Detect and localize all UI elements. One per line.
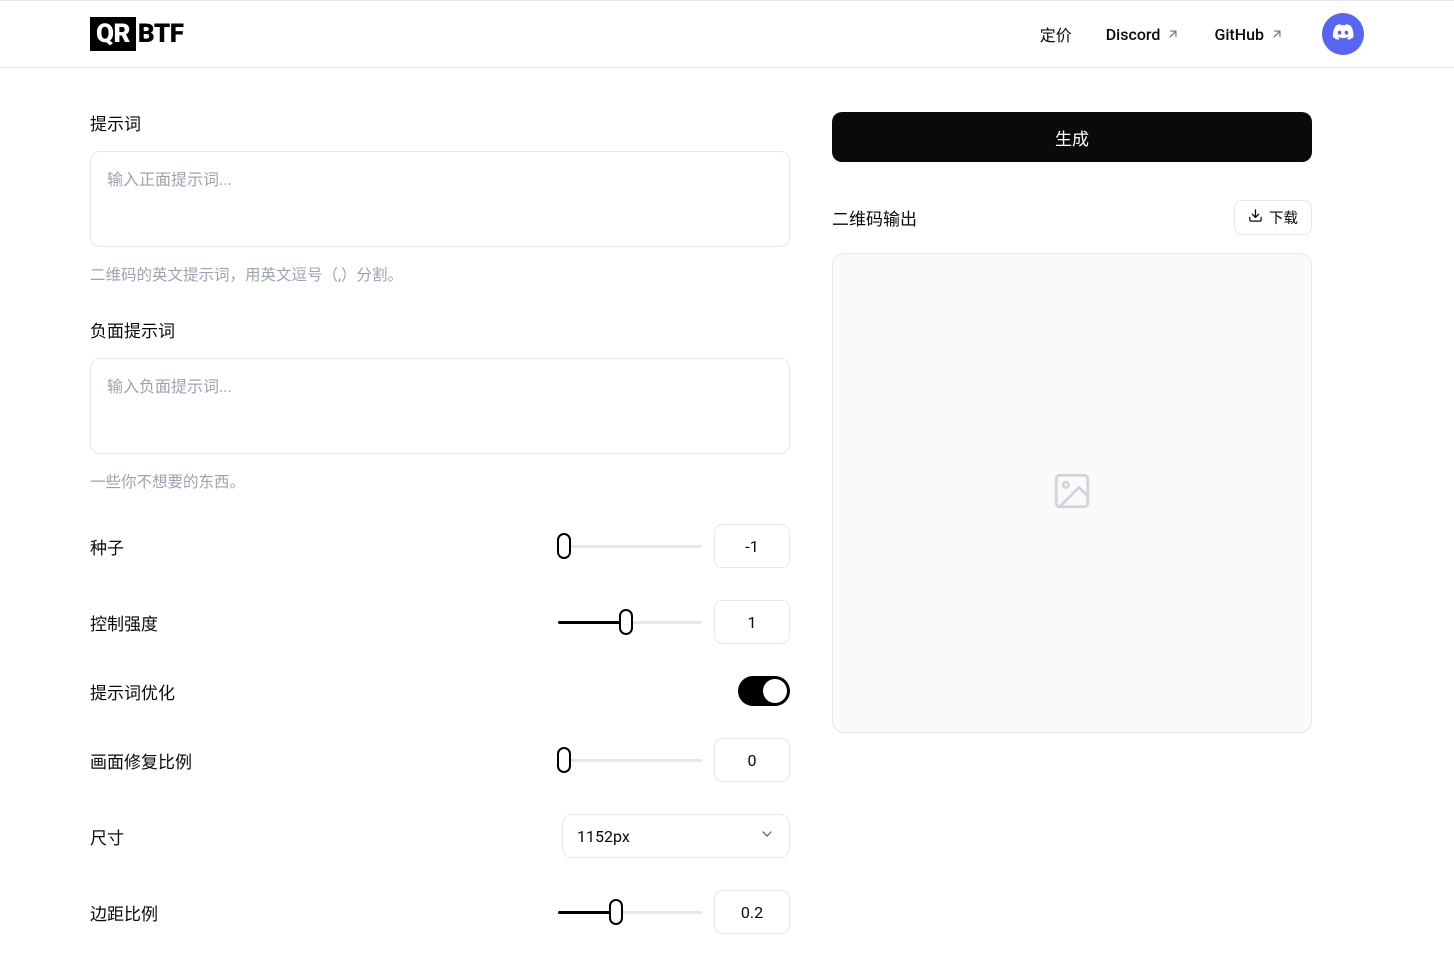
logo-qr: QR [90, 17, 136, 51]
chevron-down-icon [759, 826, 775, 846]
field-negative-prompt: 负面提示词 一些你不想要的东西。 [90, 317, 790, 492]
download-icon [1248, 208, 1263, 227]
seed-label: 种子 [90, 534, 124, 559]
parameters-panel: 提示词 二维码的英文提示词，用英文逗号（,）分割。 负面提示词 一些你不想要的东… [90, 68, 790, 966]
size-value: 1152px [577, 827, 630, 846]
discord-button[interactable] [1322, 13, 1364, 55]
seed-value[interactable]: -1 [714, 524, 790, 568]
restoration-rate-slider[interactable] [558, 748, 702, 772]
control-strength-label: 控制强度 [90, 610, 158, 635]
negative-prompt-label: 负面提示词 [90, 317, 790, 342]
prompt-helper: 二维码的英文提示词，用英文逗号（,）分割。 [90, 263, 790, 285]
prompt-tuning-label: 提示词优化 [90, 679, 175, 704]
output-header: 二维码输出 下载 [832, 200, 1312, 235]
prompt-label: 提示词 [90, 110, 790, 135]
nav-discord[interactable]: Discord [1106, 25, 1181, 44]
negative-prompt-input[interactable] [90, 358, 790, 454]
logo[interactable]: QRBTF [90, 17, 183, 51]
negative-prompt-helper: 一些你不想要的东西。 [90, 470, 790, 492]
field-prompt: 提示词 二维码的英文提示词，用英文逗号（,）分割。 [90, 110, 790, 285]
size-label: 尺寸 [90, 824, 124, 849]
control-strength-slider[interactable] [558, 610, 702, 634]
control-strength-value[interactable]: 1 [714, 600, 790, 644]
external-link-icon [1166, 27, 1180, 41]
slider-thumb[interactable] [557, 533, 571, 559]
prompt-tuning-toggle[interactable] [738, 676, 790, 706]
nav-pricing[interactable]: 定价 [1040, 22, 1072, 46]
discord-icon [1332, 24, 1354, 44]
logo-btf: BTF [138, 19, 184, 49]
nav-github[interactable]: GitHub [1214, 25, 1284, 44]
header: QRBTF 定价 Discord GitHub [0, 0, 1454, 68]
padding-ratio-slider[interactable] [558, 900, 702, 924]
output-preview [832, 253, 1312, 733]
prompt-input[interactable] [90, 151, 790, 247]
slider-thumb[interactable] [557, 747, 571, 773]
field-prompt-tuning: 提示词优化 [90, 676, 790, 706]
output-panel: 生成 二维码输出 下载 [832, 68, 1312, 733]
slider-thumb[interactable] [609, 899, 623, 925]
external-link-icon [1270, 27, 1284, 41]
image-placeholder-icon [1046, 470, 1098, 516]
field-seed: 种子 -1 [90, 524, 790, 568]
padding-ratio-value[interactable]: 0.2 [714, 890, 790, 934]
restoration-rate-value[interactable]: 0 [714, 738, 790, 782]
padding-ratio-label: 边距比例 [90, 900, 158, 925]
output-title: 二维码输出 [832, 205, 917, 230]
field-padding-ratio: 边距比例 0.2 [90, 890, 790, 934]
nav: 定价 Discord GitHub [1040, 13, 1364, 55]
field-size: 尺寸 1152px [90, 814, 790, 858]
slider-thumb[interactable] [619, 609, 633, 635]
size-select[interactable]: 1152px [562, 814, 790, 858]
field-restoration-rate: 画面修复比例 0 [90, 738, 790, 782]
download-button[interactable]: 下载 [1234, 200, 1312, 235]
restoration-rate-label: 画面修复比例 [90, 748, 192, 773]
field-control-strength: 控制强度 1 [90, 600, 790, 644]
seed-slider[interactable] [558, 534, 702, 558]
generate-button[interactable]: 生成 [832, 112, 1312, 162]
